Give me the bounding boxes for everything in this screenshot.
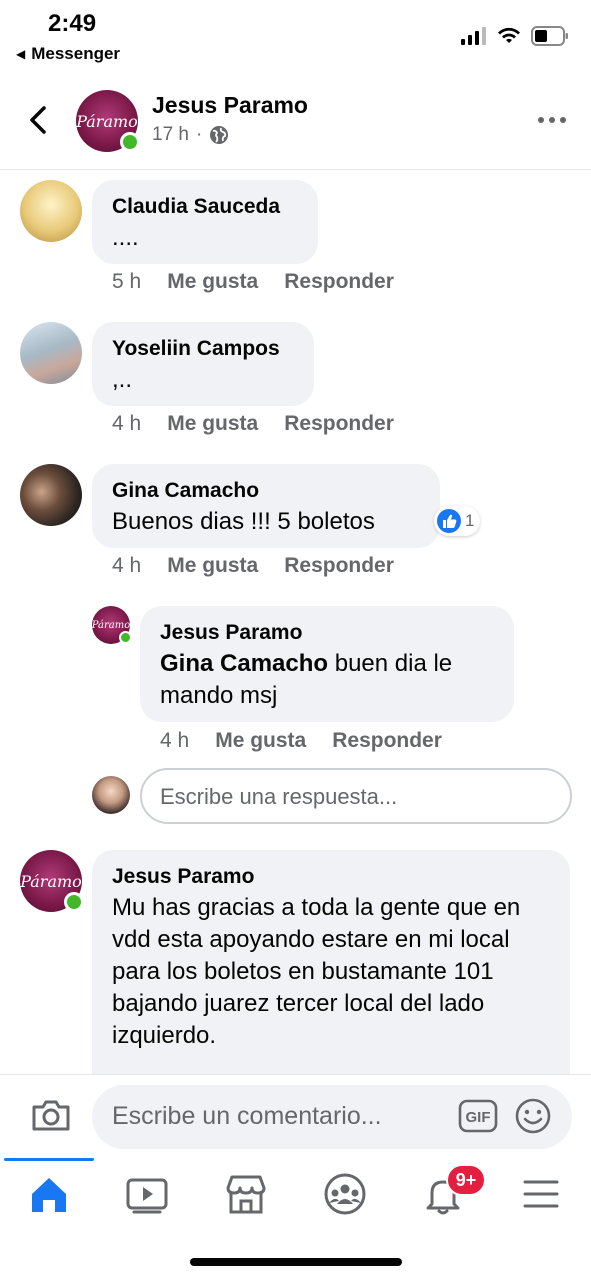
clock: 2:49	[48, 10, 97, 37]
avatar-image	[20, 464, 82, 526]
reply-input[interactable]: Escribe una respuesta...	[140, 768, 572, 824]
post-meta: 17 h ·	[152, 124, 229, 146]
comment-text: Gina Camacho buen dia le mando msj	[160, 648, 494, 712]
commenter-name[interactable]: Jesus Paramo	[160, 620, 494, 646]
commenter-avatar[interactable]	[20, 180, 82, 242]
like-button[interactable]: Me gusta	[167, 270, 258, 294]
comment-actions: 5 h Me gusta Responder	[112, 270, 394, 294]
comment-bubble[interactable]: Gina Camacho Buenos dias !!! 5 boletos	[92, 464, 440, 548]
gif-button[interactable]: GIF	[458, 1099, 498, 1133]
wifi-icon	[498, 27, 520, 43]
back-arrow-icon[interactable]	[24, 102, 54, 138]
commenter-avatar[interactable]	[20, 464, 82, 526]
back-triangle-icon: ◀	[16, 47, 26, 61]
reply-button[interactable]: Responder	[332, 729, 442, 753]
reply-author-avatar[interactable]: Páramo	[92, 606, 132, 644]
comment-actions: 4 h Me gusta Responder	[160, 729, 442, 753]
comment-text: Mu has gracias a toda la gente que en vd…	[112, 894, 521, 1049]
groups-icon[interactable]	[320, 1172, 370, 1216]
like-button[interactable]: Me gusta	[215, 729, 306, 753]
home-icon[interactable]	[24, 1172, 74, 1216]
comment-bubble[interactable]: Jesus Paramo Mu has gracias a toda la ge…	[92, 850, 570, 1090]
comment-time: 4 h	[112, 554, 142, 577]
commenter-name[interactable]: Yoseliin Campos	[112, 336, 294, 362]
notification-badge: 9+	[446, 1164, 486, 1196]
menu-icon[interactable]	[516, 1172, 566, 1216]
comment-bubble[interactable]: Claudia Sauceda ....	[92, 180, 318, 264]
post-author-name[interactable]: Jesus Paramo	[152, 92, 308, 119]
active-tab-indicator	[4, 1158, 94, 1161]
commenter-name[interactable]: Claudia Sauceda	[112, 194, 298, 220]
gif-label: GIF	[466, 1109, 491, 1126]
camera-icon[interactable]	[30, 1095, 72, 1135]
back-app-label: Messenger	[31, 44, 121, 63]
comment-composer: Escribe un comentario... GIF	[0, 1074, 591, 1158]
comment-text: Buenos dias !!! 5 boletos	[112, 508, 375, 535]
status-bar: 2:49 ◀ Messenger	[0, 0, 591, 72]
like-button[interactable]: Me gusta	[167, 412, 258, 436]
comment-time: 5 h	[112, 270, 142, 293]
online-indicator	[64, 892, 84, 912]
avatar-image	[20, 322, 82, 384]
emoji-icon[interactable]	[514, 1097, 552, 1135]
commenter-name[interactable]: Gina Camacho	[112, 478, 420, 504]
more-options-icon[interactable]	[537, 110, 567, 130]
reaction-summary[interactable]: 1	[434, 506, 481, 536]
comment-text: ....	[112, 224, 139, 251]
comment-actions: 4 h Me gusta Responder	[112, 554, 394, 578]
battery-icon	[531, 26, 568, 46]
like-button[interactable]: Me gusta	[167, 554, 258, 578]
home-indicator[interactable]	[190, 1258, 402, 1266]
back-to-app-link[interactable]: ◀ Messenger	[16, 44, 120, 64]
meta-separator: ·	[195, 124, 203, 145]
video-icon[interactable]	[122, 1172, 172, 1216]
comment-input[interactable]: Escribe un comentario...	[92, 1085, 572, 1149]
reply-button[interactable]: Responder	[284, 412, 394, 436]
marketplace-icon[interactable]	[221, 1172, 271, 1216]
signal-icon	[461, 27, 486, 45]
online-indicator	[119, 631, 132, 644]
online-indicator	[120, 132, 140, 152]
comment-time: 4 h	[112, 412, 142, 435]
globe-icon	[210, 126, 229, 144]
reaction-count: 1	[465, 511, 475, 530]
status-icons	[461, 26, 569, 46]
commenter-name[interactable]: Jesus Paramo	[112, 864, 550, 890]
avatar-image	[20, 180, 82, 242]
commenter-avatar[interactable]	[20, 322, 82, 384]
commenter-avatar[interactable]: Páramo	[20, 850, 84, 912]
comment-bubble[interactable]: Yoseliin Campos ,..	[92, 322, 314, 406]
thumbs-up-icon	[437, 509, 461, 533]
post-timestamp: 17 h	[152, 124, 189, 145]
mention-link[interactable]: Gina Camacho	[160, 650, 328, 677]
post-header: Páramo Jesus Paramo 17 h ·	[0, 78, 591, 170]
author-avatar[interactable]: Páramo	[76, 90, 140, 152]
current-user-avatar	[92, 776, 130, 814]
comment-actions: 4 h Me gusta Responder	[112, 412, 394, 436]
comment-time: 4 h	[160, 729, 190, 752]
comment-text: ,..	[112, 366, 133, 393]
tab-bar: 9+	[0, 1158, 591, 1244]
avatar-image	[92, 776, 130, 814]
reply-bubble[interactable]: Jesus Paramo Gina Camacho buen dia le ma…	[140, 606, 514, 722]
reply-button[interactable]: Responder	[284, 554, 394, 578]
reply-button[interactable]: Responder	[284, 270, 394, 294]
